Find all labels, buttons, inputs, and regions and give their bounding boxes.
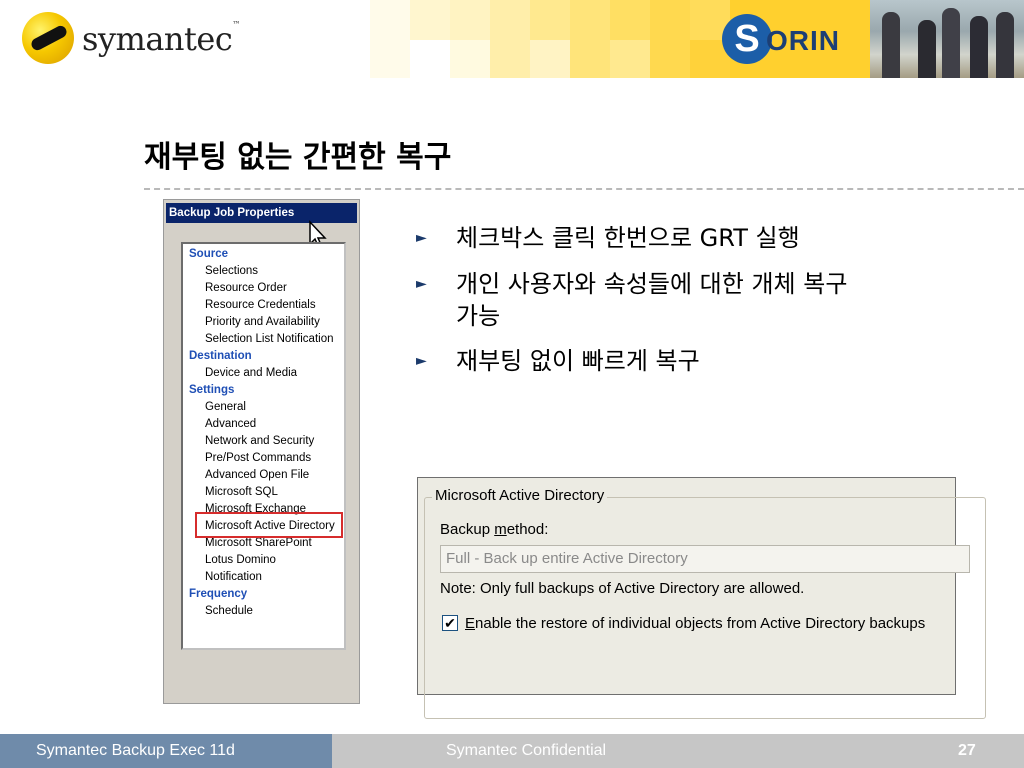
footer-product-name: Symantec Backup Exec 11d: [36, 742, 235, 759]
active-directory-highlight: [195, 512, 343, 538]
tree-category-settings[interactable]: Settings: [189, 383, 234, 397]
footer-page-number: 27: [958, 742, 976, 759]
tree-item-network-security[interactable]: Network and Security: [205, 434, 314, 448]
business-people-photo: [870, 0, 1024, 78]
sorin-logo: S ORIN: [722, 14, 870, 66]
tree-item-microsoft-sharepoint[interactable]: Microsoft SharePoint: [205, 536, 312, 550]
tree-item-resource-credentials[interactable]: Resource Credentials: [205, 298, 316, 312]
backup-method-label: Backup method:: [440, 521, 549, 538]
sorin-text: ORIN: [766, 25, 840, 56]
tree-item-lotus-domino[interactable]: Lotus Domino: [205, 553, 276, 567]
tree-item-priority-availability[interactable]: Priority and Availability: [205, 315, 320, 329]
tree-item-selection-list-notification[interactable]: Selection List Notification: [205, 332, 333, 346]
tree-item-microsoft-sql[interactable]: Microsoft SQL: [205, 485, 278, 499]
bullet-arrow-icon: ►: [416, 353, 427, 369]
tree-item-notification[interactable]: Notification: [205, 570, 262, 584]
slide-title: 재부팅 없는 간편한 복구: [144, 140, 452, 175]
tree-item-advanced-open-file[interactable]: Advanced Open File: [205, 468, 309, 482]
tree-category-frequency[interactable]: Frequency: [189, 587, 247, 601]
tree-item-general[interactable]: General: [205, 400, 246, 414]
enable-restore-checkbox[interactable]: ✔: [442, 615, 458, 631]
bullet-arrow-icon: ►: [416, 230, 427, 246]
tree-item-resource-order[interactable]: Resource Order: [205, 281, 287, 295]
symantec-globe-icon: [22, 12, 74, 64]
footer-confidential: Symantec Confidential: [446, 742, 607, 759]
tree-item-pre-post-commands[interactable]: Pre/Post Commands: [205, 451, 311, 465]
title-divider: [144, 188, 1024, 190]
backup-method-select[interactable]: Full - Back up entire Active Directory: [440, 545, 970, 573]
enable-restore-label[interactable]: Enable the restore of individual objects…: [465, 615, 925, 632]
sorin-s-icon: S: [722, 14, 772, 64]
tree-item-selections[interactable]: Selections: [205, 264, 258, 278]
footer-bar: Symantec Backup Exec 11d Symantec Confid…: [0, 734, 1024, 768]
ad-group-title: Microsoft Active Directory: [432, 487, 608, 504]
bullet-arrow-icon: ►: [416, 276, 427, 292]
active-directory-panel: Microsoft Active Directory Backup method…: [417, 477, 986, 719]
tree-category-source[interactable]: Source: [189, 247, 228, 261]
tree-item-advanced[interactable]: Advanced: [205, 417, 256, 431]
properties-tree: Source Selections Resource Order Resourc…: [181, 242, 346, 650]
brand-name: symantec™: [82, 20, 240, 58]
symantec-logo: symantec™: [22, 12, 240, 68]
tree-category-destination[interactable]: Destination: [189, 349, 252, 363]
tree-item-schedule[interactable]: Schedule: [205, 604, 253, 618]
ad-note: Note: Only full backups of Active Direct…: [440, 580, 805, 597]
backup-job-properties-panel: Backup Job Properties Source Selections …: [163, 199, 360, 704]
tree-item-device-media[interactable]: Device and Media: [205, 366, 297, 380]
